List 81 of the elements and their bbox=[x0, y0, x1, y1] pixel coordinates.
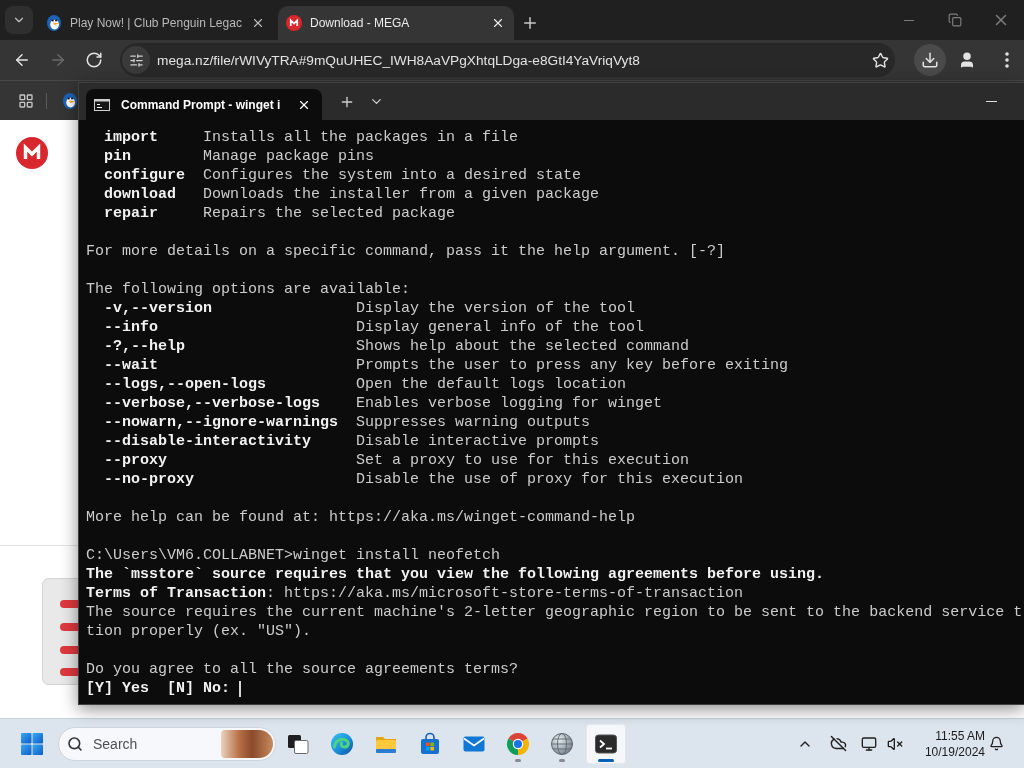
plus-icon bbox=[521, 14, 539, 32]
globe-icon bbox=[550, 731, 574, 756]
terminal-text: tion properly (ex. "US"). bbox=[86, 622, 312, 641]
taskbar-app-button[interactable] bbox=[586, 723, 626, 764]
grid-icon bbox=[18, 92, 34, 109]
download-icon bbox=[921, 51, 939, 69]
console-icon bbox=[94, 96, 110, 113]
terminal-text: C:\Users\VM6.COLLABNET>winget install neofetch bbox=[86, 546, 501, 565]
close-icon bbox=[251, 16, 265, 30]
option-description: Suppresses warning outputs bbox=[356, 413, 591, 432]
penguin-icon[interactable] bbox=[62, 92, 78, 109]
speaker-muted-icon bbox=[887, 735, 903, 752]
command-name: import bbox=[104, 128, 158, 147]
option-name: --wait bbox=[104, 356, 158, 375]
terminal-text: More help can be found at: https://aka.ms/winget-command-help bbox=[86, 508, 636, 527]
bell-icon bbox=[988, 736, 1004, 751]
option-description: Prompts the user to press any key before exiting bbox=[356, 356, 789, 375]
terminal-icon bbox=[594, 731, 618, 756]
option-name: --no-proxy bbox=[104, 470, 194, 489]
minimize-icon bbox=[985, 101, 997, 102]
command-description: Manage package pins bbox=[203, 147, 375, 166]
search-icon bbox=[67, 735, 83, 752]
command-description: Downloads the installer from a given package bbox=[203, 185, 600, 204]
command-name: configure bbox=[104, 166, 185, 185]
four-squares-icon bbox=[21, 732, 43, 755]
option-description: Set a proxy to use for this execution bbox=[356, 451, 690, 470]
minimize-icon bbox=[904, 19, 914, 21]
command-description: Installs all the packages in a file bbox=[203, 128, 519, 147]
option-description: Display general info of the tool bbox=[356, 318, 645, 337]
option-description: Disable the use of proxy for this execution bbox=[356, 470, 744, 489]
browser-tab[interactable]: Play Now! | Club Penguin Legac bbox=[38, 6, 274, 40]
clock-date: 10/19/2024 bbox=[924, 743, 985, 760]
terminal-text: Do you agree to all the source agreements terms? bbox=[86, 660, 519, 679]
overlapping-windows-icon bbox=[287, 732, 309, 755]
shopping-bag-icon bbox=[418, 731, 442, 756]
downloads-button[interactable] bbox=[914, 44, 946, 76]
clock-time: 11:55 AM bbox=[935, 727, 985, 744]
option-name: -?,--help bbox=[104, 337, 185, 356]
terminal-text: The source requires the current machine's 2-letter geographic region to be sent to the backend service t bbox=[86, 603, 1023, 622]
option-description: Display the version of the tool bbox=[356, 299, 636, 318]
forward-arrow-icon bbox=[49, 51, 67, 69]
site-info-button[interactable] bbox=[122, 46, 150, 74]
swirl-icon bbox=[330, 731, 354, 756]
option-name: --proxy bbox=[104, 451, 167, 470]
option-description: Enables verbose logging for winget bbox=[356, 394, 663, 413]
option-description: Open the default logs location bbox=[356, 375, 627, 394]
person-icon bbox=[958, 51, 976, 69]
command-description: Configures the system into a desired state bbox=[203, 166, 582, 185]
address-bar[interactable]: mega.nz/file/rWIVyTRA#9mQuUHEC_IWH8AaVPgXhtqLDga-e8GtI4YaVriqVyt8 bbox=[120, 43, 895, 77]
penguin-icon bbox=[46, 15, 62, 31]
option-name: --verbose,--verbose-logs bbox=[104, 394, 321, 413]
sliders-icon bbox=[128, 52, 144, 68]
command-name: pin bbox=[104, 147, 131, 166]
logo-icon bbox=[286, 15, 302, 31]
restore-icon bbox=[948, 13, 962, 27]
browser-tab[interactable]: Download - MEGA bbox=[278, 6, 514, 40]
logo-icon bbox=[16, 137, 48, 169]
terminal-text: The `msstore` source requires that you view the following agreements before using. bbox=[86, 565, 825, 584]
option-name: --info bbox=[104, 318, 158, 337]
cloud-off-icon bbox=[829, 735, 847, 752]
option-description: Shows help about the selected command bbox=[356, 337, 690, 356]
star-icon bbox=[871, 51, 889, 69]
option-name: --disable-interactivity bbox=[104, 432, 312, 451]
photo-placeholder bbox=[221, 729, 273, 758]
close-icon bbox=[491, 16, 505, 30]
terminal-tab[interactable]: Command Prompt - winget i bbox=[86, 89, 322, 120]
option-name: -v,--version bbox=[104, 299, 213, 318]
terminal-text: The following options are available: bbox=[86, 280, 411, 299]
command-name: download bbox=[104, 185, 176, 204]
command-description: Repairs the selected package bbox=[203, 204, 456, 223]
command-name: repair bbox=[104, 204, 158, 223]
prompt-text: [Y] Yes [N] No: bbox=[86, 679, 231, 698]
reload-icon bbox=[85, 51, 103, 69]
option-name: --logs,--open-logs bbox=[104, 375, 267, 394]
menu-icon bbox=[1005, 52, 1009, 68]
terminal-text: For more details on a specific command, pass it the help argument. [-?] bbox=[86, 242, 726, 261]
monitor-icon bbox=[861, 735, 877, 752]
terminal-text: Terms of Transaction: https://aka.ms/microsoft-store-terms-of-transaction bbox=[86, 584, 744, 603]
ring-logo-icon bbox=[506, 731, 530, 756]
option-name: --nowarn,--ignore-warnings bbox=[104, 413, 339, 432]
option-description: Disable interactive prompts bbox=[356, 432, 600, 451]
